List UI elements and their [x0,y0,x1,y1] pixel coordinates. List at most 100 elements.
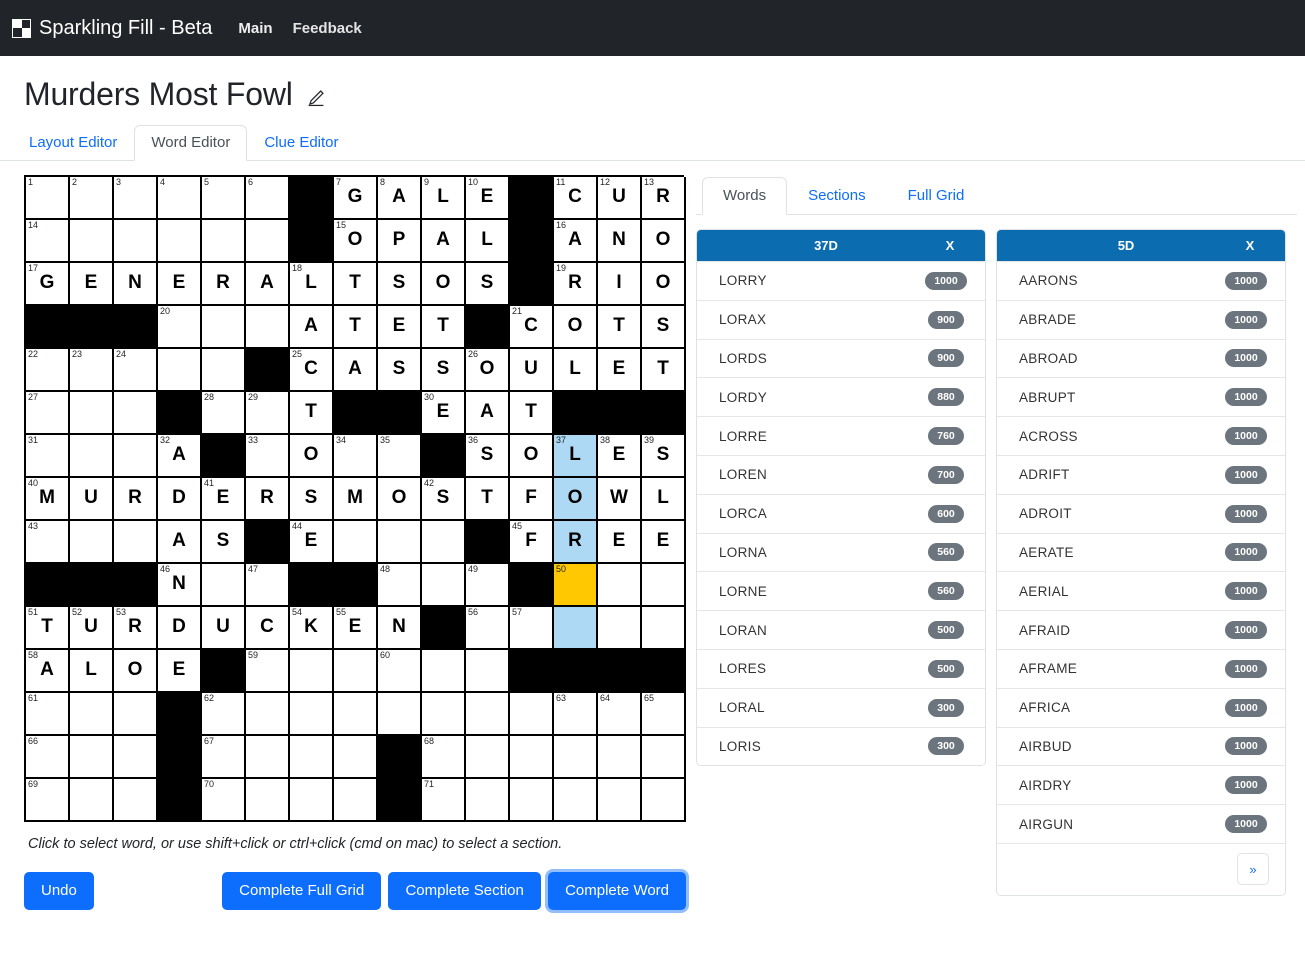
grid-cell[interactable] [378,693,422,736]
grid-cell[interactable]: O [422,263,466,306]
word-list-item[interactable]: LORAL 300 [697,687,985,727]
grid-cell[interactable] [290,779,334,822]
crossword-grid[interactable]: 1 2 3 4 5 6 7 G 8 A 9 L 10 E 11 C 12 U 13 R 14 15 O P A L 16 A N O 17 G… [24,175,686,822]
grid-cell[interactable] [422,693,466,736]
grid-cell[interactable]: 19 R [554,263,598,306]
grid-cell[interactable]: 39 S [642,435,686,478]
tab-full-grid[interactable]: Full Grid [887,177,986,215]
grid-cell[interactable]: D [158,478,202,521]
grid-cell[interactable]: 48 [378,564,422,607]
grid-cell[interactable] [290,736,334,779]
grid-cell[interactable] [202,306,246,349]
grid-cell[interactable] [246,220,290,263]
grid-cell[interactable]: 28 [202,392,246,435]
grid-cell[interactable]: E [70,263,114,306]
grid-cell[interactable]: 69 [26,779,70,822]
word-list-item[interactable]: LORES 500 [697,648,985,688]
grid-cell[interactable]: 61 [26,693,70,736]
grid-cell[interactable] [642,736,686,779]
word-list-item[interactable]: AFRICA 1000 [997,687,1285,727]
grid-cell[interactable]: O [510,435,554,478]
grid-cell[interactable]: 59 [246,650,290,693]
grid-cell[interactable]: 63 [554,693,598,736]
grid-cell[interactable]: 20 [158,306,202,349]
grid-cell[interactable] [642,779,686,822]
grid-cell[interactable]: P [378,220,422,263]
grid-cell[interactable] [554,736,598,779]
grid-cell[interactable]: 41 E [202,478,246,521]
grid-cell[interactable]: O [554,306,598,349]
grid-cell[interactable]: 11 C [554,177,598,220]
grid-cell[interactable] [422,650,466,693]
grid-cell[interactable] [334,779,378,822]
grid-cell[interactable]: 21 C [510,306,554,349]
grid-cell[interactable]: 3 [114,177,158,220]
grid-cell[interactable] [246,693,290,736]
grid-cell[interactable]: 10 E [466,177,510,220]
grid-cell[interactable]: L [70,650,114,693]
word-list-item[interactable]: ABRUPT 1000 [997,377,1285,417]
grid-cell[interactable] [246,306,290,349]
grid-cell[interactable]: I [598,263,642,306]
grid-cell[interactable] [158,349,202,392]
grid-cell[interactable]: A [290,306,334,349]
undo-button[interactable]: Undo [24,872,94,910]
grid-cell[interactable]: 60 [378,650,422,693]
complete-section-button[interactable]: Complete Section [388,872,541,910]
word-list-item[interactable]: LOREN 700 [697,454,985,494]
word-list-item[interactable]: ADROIT 1000 [997,493,1285,533]
grid-cell[interactable]: R [114,478,158,521]
tab-layout-editor[interactable]: Layout Editor [12,125,134,161]
nav-link-feedback[interactable]: Feedback [293,20,362,37]
word-list-item[interactable]: ABROAD 1000 [997,338,1285,378]
grid-cell[interactable] [70,693,114,736]
grid-cell[interactable]: E [158,650,202,693]
grid-cell[interactable]: 43 [26,521,70,564]
grid-cell[interactable]: A [334,349,378,392]
grid-cell[interactable] [466,779,510,822]
word-list-item[interactable]: LORIS 300 [697,726,985,766]
grid-cell[interactable]: T [598,306,642,349]
grid-cell[interactable]: 29 [246,392,290,435]
grid-cell[interactable]: E [598,349,642,392]
grid-cell[interactable] [70,392,114,435]
grid-cell[interactable]: N [598,220,642,263]
grid-cell[interactable]: 42 S [422,478,466,521]
grid-cell[interactable]: 49 [466,564,510,607]
grid-cell[interactable] [422,564,466,607]
tab-words[interactable]: Words [702,177,788,215]
grid-cell[interactable] [378,521,422,564]
tab-clue-editor[interactable]: Clue Editor [247,125,355,161]
grid-cell[interactable]: R [554,521,598,564]
grid-cell[interactable]: L [554,349,598,392]
grid-cell[interactable]: 32 A [158,435,202,478]
grid-cell[interactable]: D [158,607,202,650]
grid-cell[interactable]: T [290,392,334,435]
grid-cell[interactable]: 27 [26,392,70,435]
grid-cell[interactable]: 62 [202,693,246,736]
grid-cell[interactable] [422,521,466,564]
grid-cell[interactable] [114,693,158,736]
grid-cell[interactable]: 46 N [158,564,202,607]
grid-cell[interactable]: A [466,392,510,435]
grid-cell[interactable]: U [510,349,554,392]
grid-cell[interactable]: S [290,478,334,521]
grid-cell[interactable] [466,650,510,693]
next-page-button[interactable]: » [1237,853,1269,886]
grid-cell[interactable]: 2 [70,177,114,220]
word-list-item[interactable]: LORDY 880 [697,377,985,417]
grid-cell[interactable]: O [114,650,158,693]
grid-cell[interactable]: O [378,478,422,521]
grid-cell[interactable]: R [246,478,290,521]
grid-cell[interactable]: 52 U [70,607,114,650]
grid-cell[interactable] [510,779,554,822]
grid-cell[interactable]: O [554,478,598,521]
grid-cell[interactable]: 14 [26,220,70,263]
grid-cell[interactable]: 66 [26,736,70,779]
grid-cell[interactable] [466,693,510,736]
grid-cell[interactable]: 24 [114,349,158,392]
grid-cell[interactable]: N [114,263,158,306]
grid-cell[interactable]: U [202,607,246,650]
grid-cell[interactable] [70,435,114,478]
grid-cell[interactable]: 37 L [554,435,598,478]
